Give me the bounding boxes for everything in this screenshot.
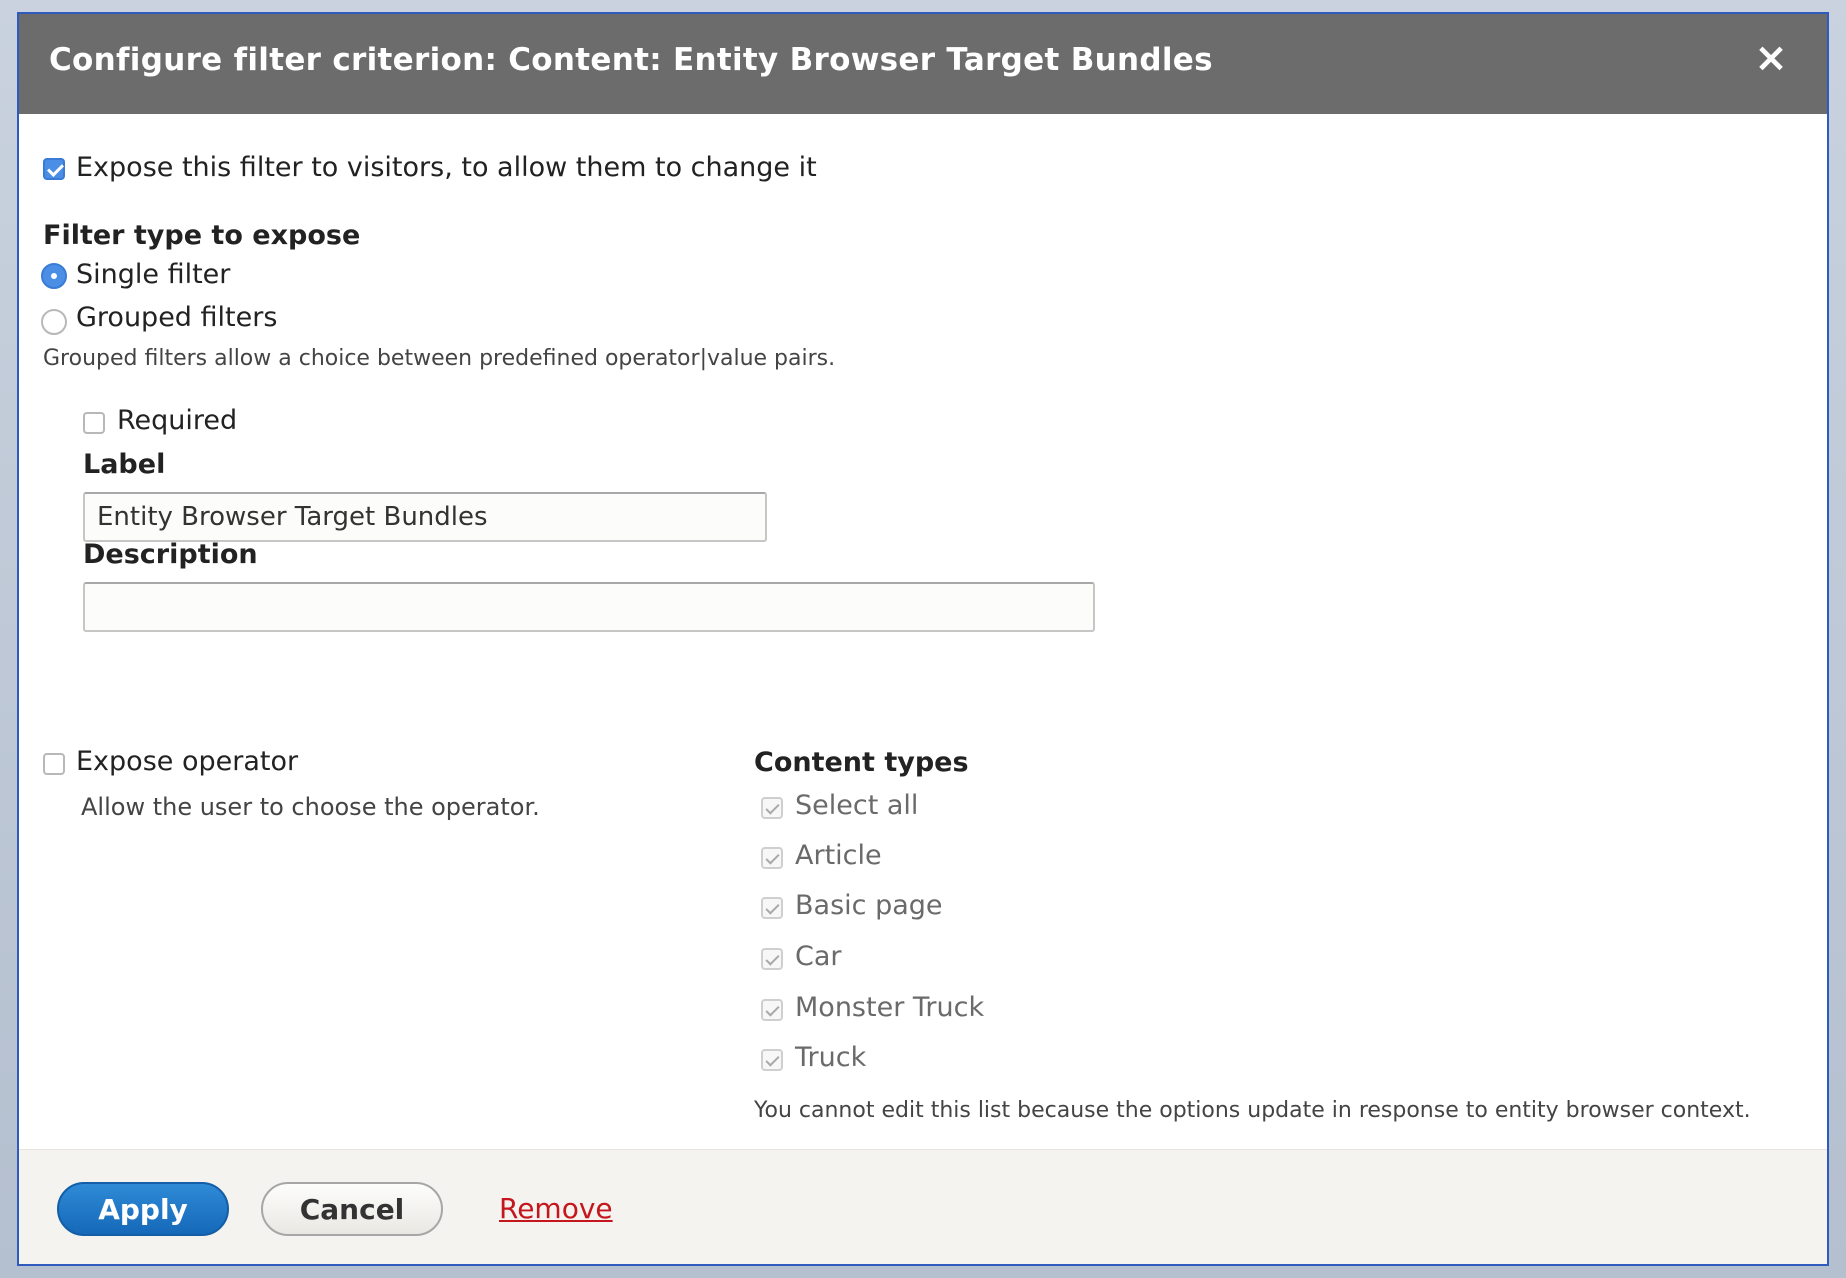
expose-operator-label[interactable]: Expose operator [76, 746, 298, 777]
description-input[interactable] [83, 582, 1095, 632]
content-types-heading: Content types [754, 747, 969, 778]
content-type-checkbox-basic-page[interactable] [761, 897, 783, 919]
grouped-filters-radio[interactable] [41, 309, 67, 335]
expose-filter-label[interactable]: Expose this filter to visitors, to allow… [76, 152, 817, 183]
single-filter-label[interactable]: Single filter [76, 259, 230, 290]
expose-operator-description: Allow the user to choose the operator. [81, 793, 540, 821]
dialog-body: Expose this filter to visitors, to allow… [19, 114, 1827, 1149]
content-type-label-monster-truck: Monster Truck [795, 992, 985, 1023]
close-icon[interactable]: × [1749, 36, 1793, 80]
label-input[interactable] [83, 492, 767, 542]
grouped-filters-label[interactable]: Grouped filters [76, 302, 277, 333]
content-type-label-basic-page: Basic page [795, 890, 943, 921]
content-type-label-car: Car [795, 941, 842, 972]
content-type-checkbox-article[interactable] [761, 847, 783, 869]
content-type-checkbox-monster-truck[interactable] [761, 999, 783, 1021]
expose-operator-checkbox[interactable] [43, 753, 65, 775]
dialog-titlebar: Configure filter criterion: Content: Ent… [19, 14, 1827, 114]
required-checkbox[interactable] [83, 412, 105, 434]
content-type-checkbox-select-all[interactable] [761, 797, 783, 819]
dialog-footer: Apply Cancel Remove [19, 1149, 1827, 1264]
label-field-label: Label [83, 449, 166, 480]
content-type-label-select-all: Select all [795, 790, 919, 821]
dialog-title: Configure filter criterion: Content: Ent… [49, 42, 1213, 78]
apply-button[interactable]: Apply [57, 1182, 229, 1236]
grouped-filters-description: Grouped filters allow a choice between p… [43, 346, 836, 371]
content-types-note: You cannot edit this list because the op… [754, 1098, 1751, 1123]
content-type-label-article: Article [795, 840, 882, 871]
filter-type-heading: Filter type to expose [43, 220, 361, 251]
cancel-button[interactable]: Cancel [261, 1182, 443, 1236]
configure-filter-dialog: Configure filter criterion: Content: Ent… [17, 12, 1829, 1266]
remove-link[interactable]: Remove [499, 1192, 613, 1225]
content-type-checkbox-car[interactable] [761, 948, 783, 970]
content-type-checkbox-truck[interactable] [761, 1049, 783, 1071]
single-filter-radio[interactable] [41, 263, 67, 289]
content-type-label-truck: Truck [795, 1042, 867, 1073]
required-label[interactable]: Required [117, 405, 237, 436]
expose-filter-checkbox[interactable] [43, 158, 65, 180]
description-field-label: Description [83, 539, 258, 570]
